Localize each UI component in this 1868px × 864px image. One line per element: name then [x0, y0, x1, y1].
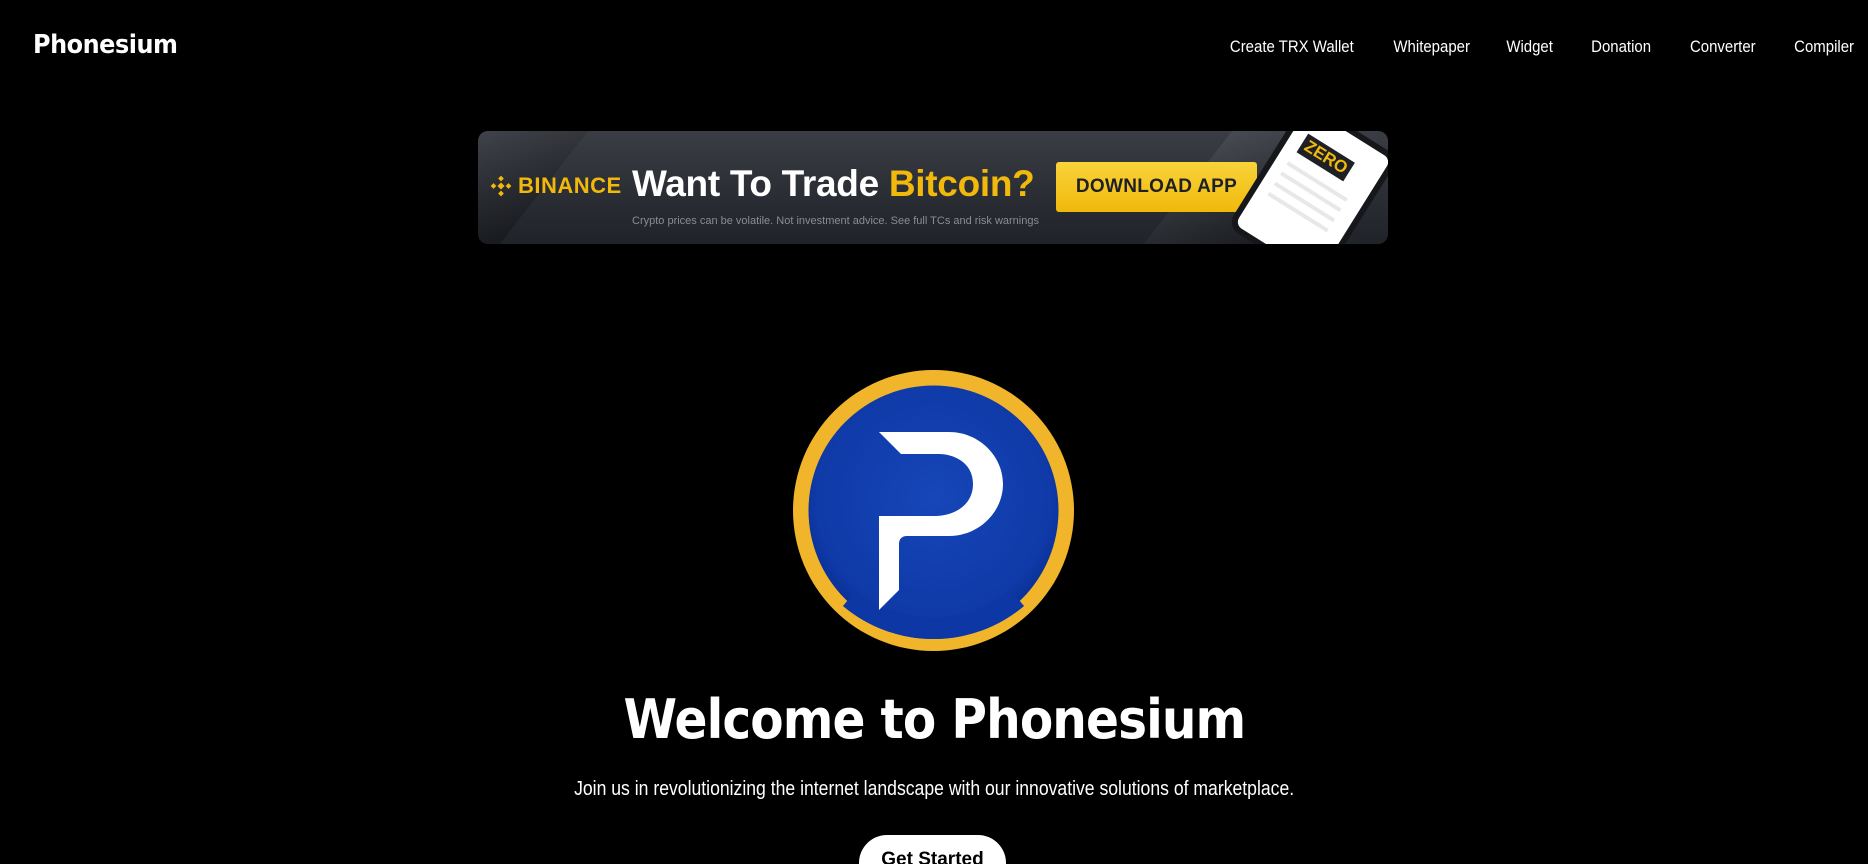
- ad-brand-name: BINANCE: [518, 173, 622, 198]
- hero-title-text: Welcome to Phonesium: [623, 688, 1246, 751]
- ad-headline-highlight: Bitcoin?: [888, 163, 1035, 204]
- nav-link-compiler[interactable]: Compiler: [1794, 37, 1854, 57]
- page: Phonesium Create TRX Wallet Whitepaper W…: [0, 0, 1868, 864]
- ad-headline: Want To Trade Bitcoin?: [632, 163, 1035, 205]
- hero-title: Welcome to Phonesium: [0, 688, 1868, 751]
- nav-link-whitepaper[interactable]: Whitepaper: [1394, 37, 1471, 57]
- download-app-button[interactable]: DOWNLOAD APP: [1056, 162, 1257, 212]
- brand-logo-text[interactable]: Phonesium: [33, 30, 178, 60]
- nav-link-donation[interactable]: Donation: [1591, 37, 1651, 57]
- ad-brand-logo: BINANCE: [490, 173, 622, 199]
- hero-subtitle: Join us in revolutionizing the internet …: [0, 778, 1868, 801]
- hero-subtitle-text: Join us in revolutionizing the internet …: [573, 778, 1295, 800]
- ad-disclaimer: Crypto prices can be volatile. Not inves…: [632, 215, 1039, 227]
- nav-link-create-trx-wallet[interactable]: Create TRX Wallet: [1230, 37, 1354, 57]
- navbar: Phonesium Create TRX Wallet Whitepaper W…: [0, 0, 1868, 96]
- binance-banner-ad[interactable]: BINANCE Want To Trade Bitcoin? Crypto pr…: [478, 131, 1388, 244]
- nav-link-widget[interactable]: Widget: [1507, 37, 1554, 57]
- ad-headline-prefix: Want To Trade: [632, 163, 889, 204]
- get-started-button[interactable]: Get Started: [859, 835, 1006, 864]
- nav-link-converter[interactable]: Converter: [1690, 37, 1756, 57]
- phonesium-p-logo-icon: [793, 370, 1074, 651]
- nav-links: Create TRX Wallet Whitepaper Widget Dona…: [1213, 37, 1854, 57]
- binance-logo-icon: [490, 175, 512, 197]
